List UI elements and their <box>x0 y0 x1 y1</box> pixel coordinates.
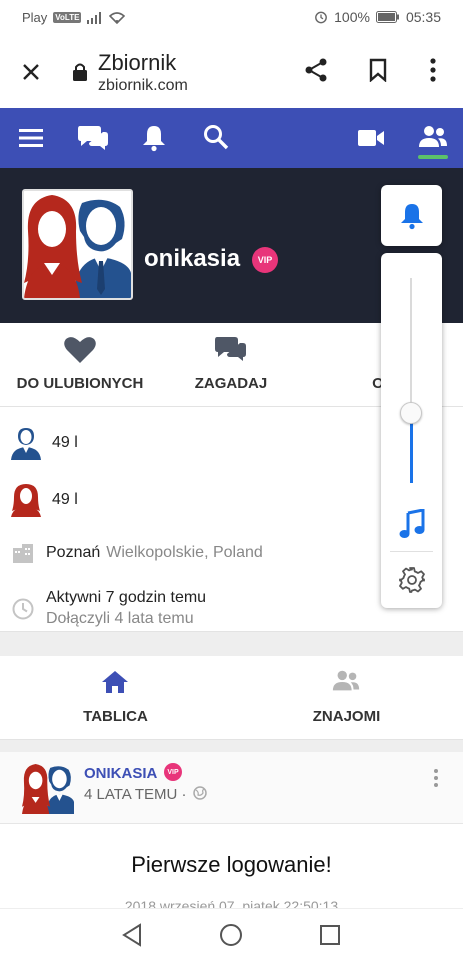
signal-icon <box>87 11 102 24</box>
status-bar: Play VoLTE 100% 05:35 <box>0 0 463 34</box>
activity-row: Aktywni 7 godzin temu Dołączyli 4 lata t… <box>12 589 206 628</box>
location-row: Poznań Wielkopolskie, Poland <box>12 542 263 564</box>
city-name: Poznań <box>46 544 101 561</box>
couple-avatar-icon <box>24 191 131 298</box>
section-separator <box>0 632 463 656</box>
start-chat-button[interactable]: ZAGADAJ <box>151 323 311 407</box>
tab-friends[interactable]: ZNAJOMI <box>231 656 462 740</box>
bookmark-icon[interactable] <box>364 56 392 84</box>
system-navigation-bar <box>0 908 463 960</box>
heart-icon <box>62 335 98 365</box>
chat-bubbles-icon <box>213 335 249 365</box>
home-icon <box>100 669 130 695</box>
chat-label: ZAGADAJ <box>194 375 268 392</box>
browser-url[interactable]: zbiornik.com <box>98 77 188 95</box>
recents-icon[interactable] <box>316 921 344 949</box>
post-author-avatar[interactable] <box>22 762 74 814</box>
female-age-row: 49 l <box>10 483 78 517</box>
more-menu-icon[interactable] <box>420 56 446 84</box>
video-camera-icon[interactable] <box>356 125 386 151</box>
tab-wall[interactable]: TABLICA <box>0 656 231 740</box>
female-person-icon <box>11 484 41 517</box>
clock-time: 05:35 <box>405 9 441 25</box>
joined-text: Dołączyli 4 lata temu <box>46 610 194 627</box>
volume-panel-divider <box>390 551 433 552</box>
browser-page-title[interactable]: Zbiornik <box>98 50 176 76</box>
volte-badge: VoLTE <box>53 12 82 23</box>
browser-toolbar: Zbiornik zbiornik.com <box>0 34 463 108</box>
post-author-name[interactable]: ONIKASIA <box>84 765 157 782</box>
ringer-mode-button[interactable] <box>381 185 442 246</box>
volume-panel <box>381 253 442 608</box>
last-active-text: Aktywni 7 godzin temu <box>46 589 207 606</box>
back-icon[interactable] <box>118 921 146 949</box>
clock-icon <box>12 598 34 620</box>
tab-friends-label: ZNAJOMI <box>312 708 381 725</box>
profile-username: onikasia <box>144 245 241 272</box>
female-age: 49 l <box>52 491 78 508</box>
battery-icon <box>375 11 399 23</box>
male-age: 49 l <box>52 434 78 451</box>
section-separator-2 <box>0 740 463 752</box>
battery-percent: 100% <box>334 9 370 25</box>
vip-badge: VIP <box>252 247 278 273</box>
media-music-note-icon[interactable] <box>397 508 427 540</box>
post-header: ONIKASIA VIP 4 LATA TEMU · <box>0 752 463 824</box>
city-building-icon <box>13 544 33 563</box>
carrier-label: Play <box>22 10 48 25</box>
home-button-icon[interactable] <box>217 921 245 949</box>
globe-icon <box>192 786 207 800</box>
search-icon[interactable] <box>202 123 230 151</box>
share-icon[interactable] <box>302 56 330 84</box>
male-age-row: 49 l <box>10 426 78 460</box>
friends-tab-icon <box>331 669 361 695</box>
active-tab-indicator <box>418 155 448 159</box>
region-name: Wielkopolskie, Poland <box>106 544 263 561</box>
notifications-bell-icon[interactable] <box>140 123 168 153</box>
couple-avatar-small-icon <box>22 763 74 814</box>
profile-tabs: TABLICA ZNAJOMI <box>0 656 463 740</box>
profile-avatar[interactable] <box>22 189 133 300</box>
status-left: Play VoLTE <box>22 10 126 25</box>
status-right: 100% 05:35 <box>314 9 441 25</box>
volume-slider-thumb[interactable] <box>400 402 422 424</box>
friends-icon[interactable] <box>416 123 450 151</box>
post-time-text: 4 LATA TEMU · <box>84 786 187 803</box>
sound-settings-gear-icon[interactable] <box>398 566 426 594</box>
favorites-label: DO ULUBIONYCH <box>16 375 144 392</box>
post-title: Pierwsze logowanie! <box>131 852 332 877</box>
lock-icon <box>70 60 90 84</box>
post-time: 4 LATA TEMU · <box>84 786 207 803</box>
post-options-icon[interactable] <box>430 766 442 790</box>
wifi-icon <box>109 11 126 24</box>
post-vip-badge: VIP <box>164 763 182 781</box>
ringer-bell-icon <box>398 201 426 231</box>
tab-wall-label: TABLICA <box>83 708 148 725</box>
hamburger-menu-icon[interactable] <box>18 126 44 150</box>
add-to-favorites-button[interactable]: DO ULUBIONYCH <box>0 323 160 407</box>
male-person-icon <box>11 428 41 460</box>
site-nav <box>0 108 463 168</box>
close-icon[interactable] <box>18 59 44 85</box>
chat-icon[interactable] <box>76 123 110 153</box>
alarm-icon <box>315 11 328 24</box>
post-card: ONIKASIA VIP 4 LATA TEMU · Pierwsze logo… <box>0 752 463 914</box>
